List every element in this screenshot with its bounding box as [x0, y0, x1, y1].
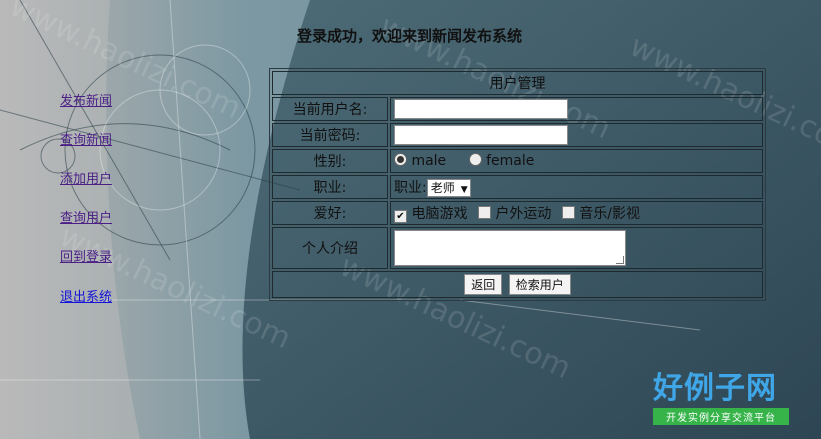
job-select-value: 老师	[430, 181, 455, 195]
password-input[interactable]	[394, 125, 568, 145]
dropdown-arrow-icon: ▼	[460, 185, 468, 195]
hobby-option-games[interactable]: ✔ 电脑游戏	[394, 206, 472, 223]
site-logo: 好例子网 开发实例分享交流平台	[653, 372, 789, 425]
resize-grip-icon[interactable]	[616, 256, 624, 264]
watermark-text: www.haolizi.com	[4, 0, 247, 127]
gender-female-label: female	[486, 153, 535, 169]
checkbox-unchecked-icon[interactable]	[561, 206, 575, 219]
hobby-option-outdoor[interactable]: 户外运动	[477, 206, 556, 222]
radio-selected-icon[interactable]	[394, 153, 407, 166]
page: www.haolizi.com www.haolizi.com www.haol…	[0, 0, 821, 439]
intro-label: 个人介绍	[272, 227, 388, 269]
back-button[interactable]: 返回	[464, 274, 503, 295]
username-input[interactable]	[394, 99, 568, 119]
job-label: 职业:	[272, 175, 388, 199]
nav-exit-system[interactable]: 退出系统	[60, 286, 112, 305]
job-select[interactable]: 老师 ▼	[426, 179, 471, 197]
table-heading: 用户管理	[272, 71, 763, 95]
nav-query-news[interactable]: 查询新闻	[60, 129, 112, 148]
gender-label: 性别:	[272, 149, 388, 173]
nav-publish-news[interactable]: 发布新闻	[60, 90, 112, 109]
checkbox-unchecked-icon[interactable]	[477, 206, 491, 219]
nav-query-user[interactable]: 查询用户	[60, 207, 112, 226]
hobby-outdoor-label: 户外运动	[495, 206, 552, 222]
hobby-music-label: 音乐/影视	[579, 206, 640, 222]
hobby-label: 爱好:	[272, 201, 388, 225]
gender-male-label: male	[411, 153, 447, 169]
nav-add-user[interactable]: 添加用户	[60, 168, 112, 187]
gender-option-female[interactable]: female	[468, 153, 535, 169]
user-management-table: 用户管理 当前用户名: 当前密码: 性别: male female 职业: 职业…	[269, 68, 766, 301]
password-label: 当前密码:	[272, 123, 388, 147]
gender-option-male[interactable]: male	[394, 153, 451, 169]
page-title: 登录成功，欢迎来到新闻发布系统	[297, 27, 523, 45]
hobby-games-label: 电脑游戏	[411, 206, 468, 222]
logo-title: 好例子网	[653, 371, 777, 406]
logo-subtitle: 开发实例分享交流平台	[653, 408, 789, 425]
nav-back-to-login[interactable]: 回到登录	[60, 246, 112, 265]
username-label: 当前用户名:	[272, 97, 388, 121]
checkbox-checked-icon[interactable]: ✔	[394, 210, 407, 223]
search-user-button[interactable]: 检索用户	[508, 274, 571, 295]
radio-unselected-icon[interactable]	[468, 153, 482, 166]
intro-textarea[interactable]	[394, 230, 626, 266]
hobby-option-music[interactable]: 音乐/影视	[561, 206, 640, 222]
job-inline-label: 职业:	[394, 180, 427, 196]
